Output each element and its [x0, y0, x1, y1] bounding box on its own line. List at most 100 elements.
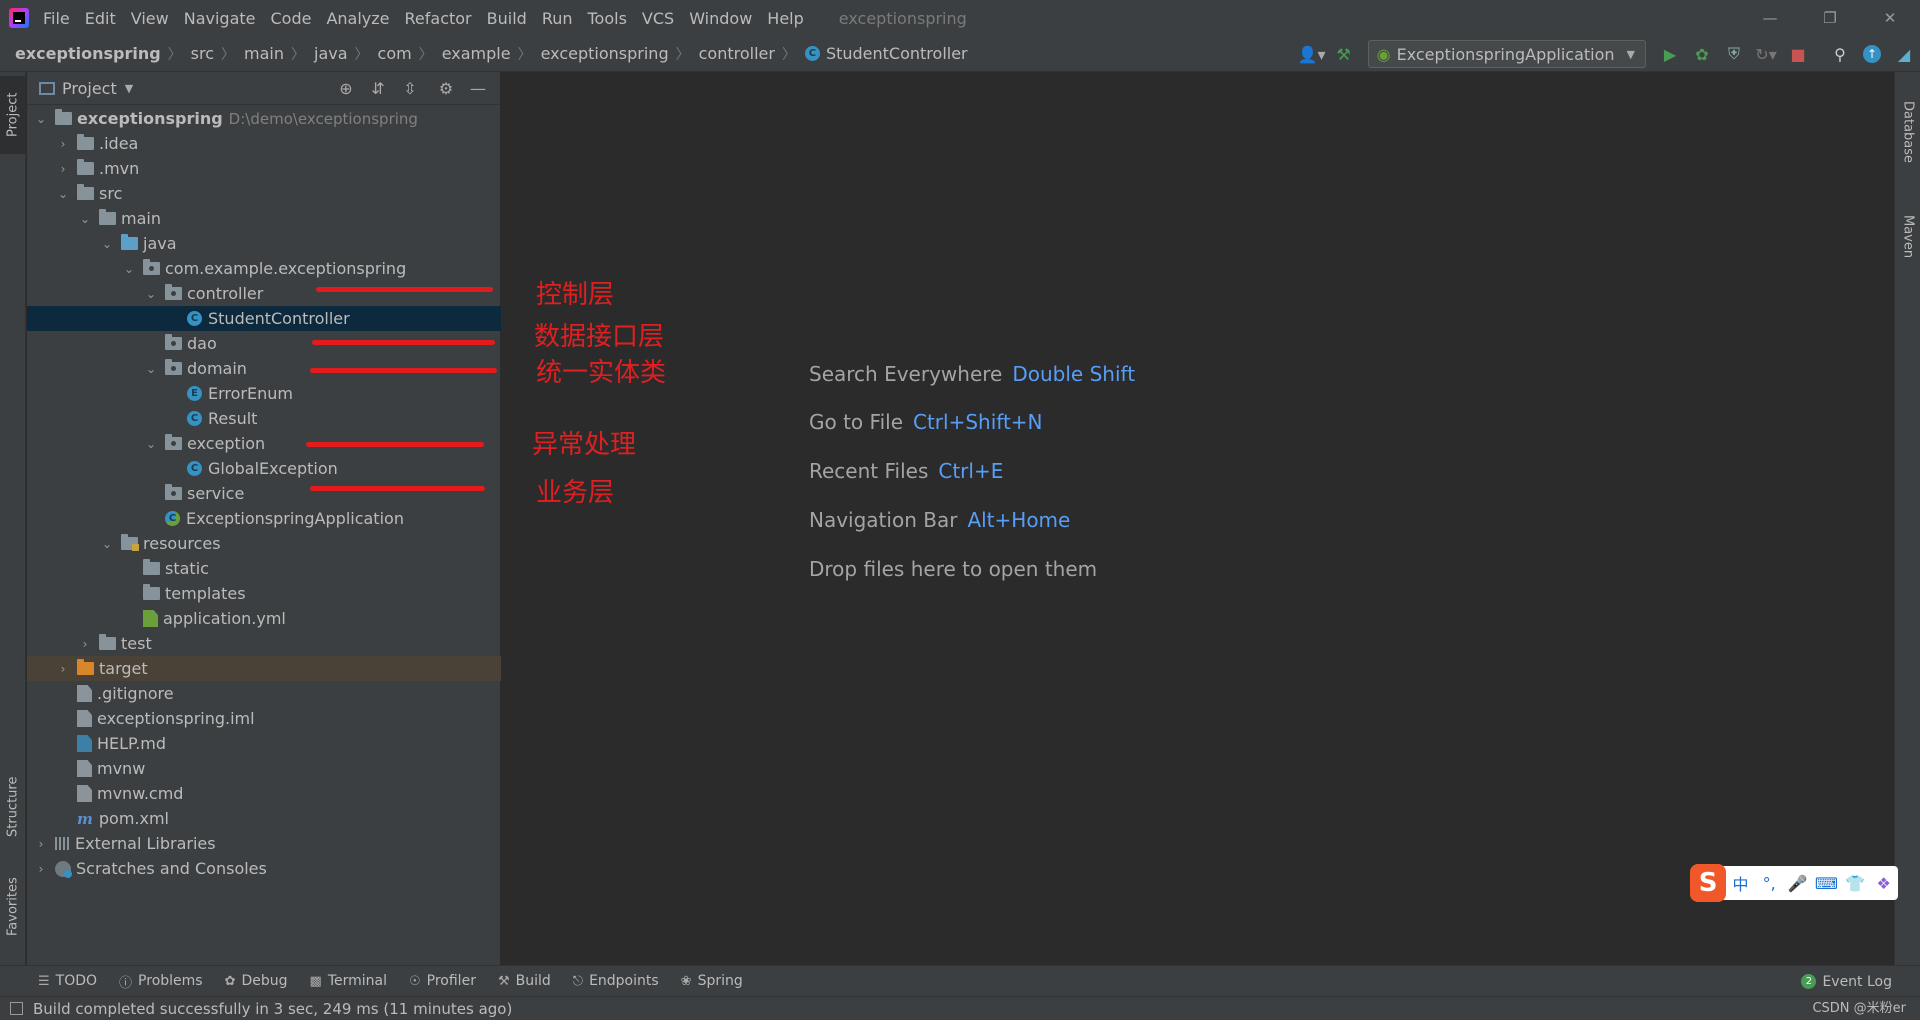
chevron-right-icon[interactable]: › — [55, 162, 71, 176]
tab-endpoints[interactable]: ⎋ Endpoints — [573, 973, 659, 989]
tree-item-mvnw-cmd[interactable]: mvnw.cmd — [27, 781, 501, 806]
menu-run[interactable]: Run — [542, 9, 573, 28]
status-message[interactable]: Build completed successfully in 3 sec, 2… — [33, 1000, 512, 1018]
breadcrumb-exceptionspring[interactable]: exceptionspring — [541, 44, 669, 63]
breadcrumb-example[interactable]: example — [442, 44, 511, 63]
tree-item-static[interactable]: static — [27, 556, 501, 581]
tree-item-globalexception[interactable]: C GlobalException — [27, 456, 501, 481]
tab-maven[interactable]: Maven — [1895, 192, 1920, 282]
tree-item-package[interactable]: ⌄ com.example.exceptionspring — [27, 256, 501, 281]
tree-item-help-md[interactable]: HELP.md — [27, 731, 501, 756]
menu-vcs[interactable]: VCS — [642, 9, 674, 28]
tree-item-controller[interactable]: ⌄ controller — [27, 281, 501, 306]
menu-build[interactable]: Build — [487, 9, 527, 28]
tree-item-test[interactable]: › test — [27, 631, 501, 656]
gear-icon[interactable]: ⚙ — [430, 79, 462, 98]
hide-icon[interactable]: — — [462, 79, 494, 98]
chevron-down-icon[interactable]: ▼ — [125, 82, 133, 95]
tree-item-target[interactable]: › target — [27, 656, 501, 681]
tab-structure[interactable]: Structure — [0, 762, 26, 852]
tree-item-studentcontroller[interactable]: C StudentController — [27, 306, 501, 331]
tree-item-resources[interactable]: ⌄ resources — [27, 531, 501, 556]
tab-build[interactable]: ⚒ Build — [498, 973, 551, 989]
build-hammer-icon[interactable]: ⚒ — [1330, 40, 1358, 68]
menu-code[interactable]: Code — [271, 9, 312, 28]
editor-empty-area[interactable]: 控制层 数据接口层 统一实体类 异常处理 业务层 Search Everywhe… — [502, 72, 1894, 965]
tree-item-application-yml[interactable]: application.yml — [27, 606, 501, 631]
breadcrumb-project[interactable]: exceptionspring — [15, 44, 161, 63]
menu-refactor[interactable]: Refactor — [405, 9, 472, 28]
tree-item-service[interactable]: service — [27, 481, 501, 506]
chevron-right-icon[interactable]: › — [55, 662, 71, 676]
menu-tools[interactable]: Tools — [588, 9, 627, 28]
run-icon[interactable]: ▶ — [1656, 40, 1684, 68]
menu-file[interactable]: File — [43, 9, 70, 28]
breadcrumb-studentcontroller[interactable]: StudentController — [826, 44, 968, 63]
tree-item-src[interactable]: ⌄ src — [27, 181, 501, 206]
jetbrains-toolbox-icon[interactable]: ◢ — [1890, 40, 1918, 68]
breadcrumb-main[interactable]: main — [244, 44, 284, 63]
tab-problems[interactable]: ⓘ Problems — [119, 972, 203, 991]
tree-item-templates[interactable]: templates — [27, 581, 501, 606]
menu-analyze[interactable]: Analyze — [326, 9, 389, 28]
update-icon[interactable]: ↑ — [1858, 40, 1886, 68]
toggle-tool-windows-icon[interactable] — [10, 1002, 23, 1015]
menu-navigate[interactable]: Navigate — [184, 9, 256, 28]
chevron-down-icon[interactable]: ⌄ — [33, 112, 49, 126]
stop-icon[interactable]: ■ — [1784, 40, 1812, 68]
collapse-all-icon[interactable]: ⇳ — [394, 79, 426, 98]
tree-root[interactable]: ⌄ exceptionspring D:\demo\exceptionsprin… — [27, 106, 501, 131]
tab-debug[interactable]: ✿ Debug — [225, 973, 288, 989]
search-icon[interactable]: ⚲ — [1826, 40, 1854, 68]
coverage-icon[interactable]: ⛨ — [1720, 40, 1748, 68]
tab-favorites[interactable]: Favorites — [0, 866, 26, 948]
ime-mode-toggle[interactable]: 中 — [1726, 871, 1755, 895]
event-log-button[interactable]: 2 Event Log — [1801, 966, 1892, 997]
chevron-right-icon[interactable]: › — [33, 837, 49, 851]
tab-spring[interactable]: ❀ Spring — [681, 973, 743, 989]
keyboard-icon[interactable]: ⌨ — [1812, 874, 1841, 893]
menu-view[interactable]: View — [131, 9, 169, 28]
chevron-right-icon[interactable]: › — [55, 137, 71, 151]
tree-item-mvn[interactable]: › .mvn — [27, 156, 501, 181]
chevron-right-icon[interactable]: › — [77, 637, 93, 651]
tab-profiler[interactable]: ☉ Profiler — [409, 973, 476, 989]
menu-edit[interactable]: Edit — [85, 9, 116, 28]
tab-terminal[interactable]: ▩ Terminal — [310, 973, 387, 989]
tree-item-idea[interactable]: › .idea — [27, 131, 501, 156]
expand-all-icon[interactable]: ⇵ — [362, 79, 394, 98]
restore-icon[interactable]: ❐ — [1800, 0, 1860, 36]
tree-item-gitignore[interactable]: .gitignore — [27, 681, 501, 706]
skin-icon[interactable]: 👕 — [1841, 874, 1870, 893]
debug-icon[interactable]: ✿ — [1688, 40, 1716, 68]
menu-window[interactable]: Window — [689, 9, 752, 28]
tree-item-result[interactable]: C Result — [27, 406, 501, 431]
chevron-down-icon[interactable]: ⌄ — [77, 212, 93, 226]
run-configuration-select[interactable]: ◉ ExceptionspringApplication ▼ — [1367, 40, 1646, 68]
chevron-down-icon[interactable]: ⌄ — [143, 287, 159, 301]
chevron-down-icon[interactable]: ⌄ — [143, 362, 159, 376]
chevron-down-icon[interactable]: ⌄ — [55, 187, 71, 201]
breadcrumb-controller[interactable]: controller — [699, 44, 775, 63]
locate-icon[interactable]: ⊕ — [330, 79, 362, 98]
user-icon[interactable]: 👤▾ — [1298, 40, 1326, 68]
tab-todo[interactable]: ☰ TODO — [38, 973, 97, 989]
tree-item-pom[interactable]: m pom.xml — [27, 806, 501, 831]
microphone-icon[interactable]: 🎤 — [1784, 874, 1813, 893]
tab-database[interactable]: Database — [1895, 82, 1920, 182]
tree-item-main[interactable]: ⌄ main — [27, 206, 501, 231]
breadcrumb-java[interactable]: java — [314, 44, 348, 63]
tree-item-mvnw[interactable]: mvnw — [27, 756, 501, 781]
close-icon[interactable]: ✕ — [1860, 0, 1920, 36]
chevron-right-icon[interactable]: › — [33, 862, 49, 876]
project-view-selector[interactable]: Project — [62, 79, 117, 98]
menu-help[interactable]: Help — [767, 9, 803, 28]
tree-item-scratches[interactable]: › Scratches and Consoles — [27, 856, 501, 881]
tree-item-errorenum[interactable]: E ErrorEnum — [27, 381, 501, 406]
breadcrumb-com[interactable]: com — [378, 44, 412, 63]
punctuation-icon[interactable]: °, — [1755, 874, 1784, 893]
minimize-icon[interactable]: — — [1740, 0, 1800, 36]
tree-item-java[interactable]: ⌄ java — [27, 231, 501, 256]
chevron-down-icon[interactable]: ⌄ — [99, 237, 115, 251]
tree-item-application-class[interactable]: C ExceptionspringApplication — [27, 506, 501, 531]
